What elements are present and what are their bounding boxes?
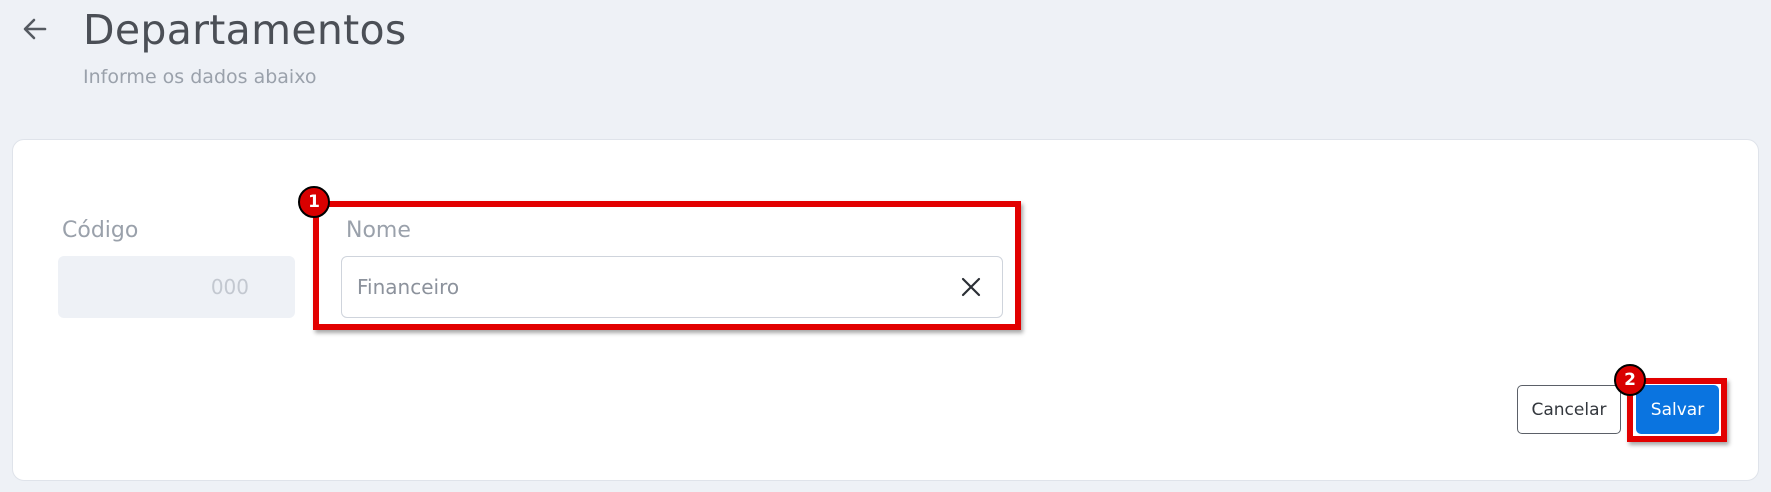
page-title: Departamentos [83,6,407,54]
step-badge-2: 2 [1614,364,1646,396]
codigo-field: 000 [58,256,295,318]
highlight-box-step-1 [313,201,1021,330]
page-subtitle: Informe os dados abaixo [83,66,317,88]
cancel-button[interactable]: Cancelar [1517,385,1621,434]
arrow-left-icon[interactable] [20,14,50,44]
codigo-label: Código [62,218,139,243]
step-badge-1: 1 [298,186,330,218]
